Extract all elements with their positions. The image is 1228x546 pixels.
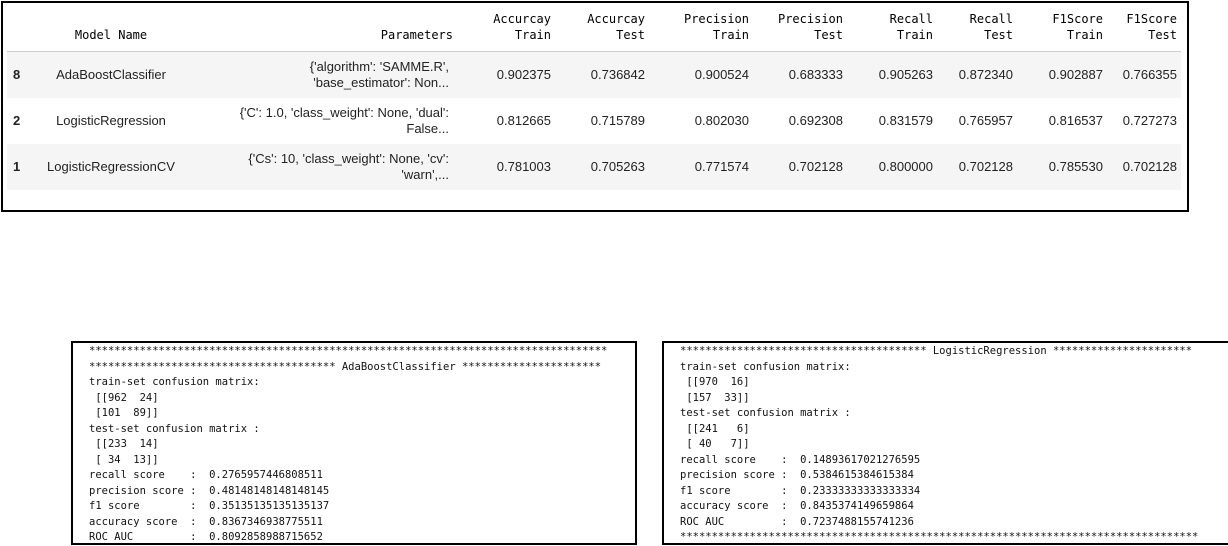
accuracy-test-cell: 0.715789 xyxy=(590,113,645,128)
header-parameters: Parameters xyxy=(191,11,457,52)
console-line: [[241 6] xyxy=(680,422,750,435)
logisticregression-console-output: *************************************** … xyxy=(662,341,1228,545)
model-name-cell: LogisticRegressionCV xyxy=(31,144,191,190)
console-text: ****************************************… xyxy=(73,343,635,543)
model-name-cell: AdaBoostClassifier xyxy=(31,51,191,98)
console-line: accuracy score : 0.8435374149659864 xyxy=(680,500,914,512)
console-line: f1 score : 0.23333333333333334 xyxy=(680,484,921,497)
console-line: accuracy score : 0.8367346938775511 xyxy=(89,515,323,528)
f1-test-cell: 0.727273 xyxy=(1122,113,1177,128)
parameters-cell: {'algorithm': 'SAMME.R','base_estimator'… xyxy=(191,51,457,98)
model-name-cell: LogisticRegression xyxy=(56,113,166,128)
precision-train-cell: 0.771574 xyxy=(649,144,753,190)
table-row: 8 AdaBoostClassifier {'algorithm': 'SAMM… xyxy=(7,51,1181,98)
recall-test-cell: 0.765957 xyxy=(958,113,1013,128)
parameters-cell: {'C': 1.0, 'class_weight': None, 'dual':… xyxy=(239,105,449,136)
console-line: [101 89]] xyxy=(89,407,159,419)
adaboost-console-output: ****************************************… xyxy=(71,341,637,545)
table-row: 1 LogisticRegressionCV {'Cs': 10, 'class… xyxy=(7,144,1181,190)
header-precision-test: Precision Test xyxy=(753,11,847,52)
precision-train-cell: 0.900524 xyxy=(649,51,753,98)
recall-train-cell: 0.800000 xyxy=(847,144,937,190)
recall-train-cell: 0.905263 xyxy=(847,51,937,98)
f1-test-cell: 0.766355 xyxy=(1107,51,1181,98)
console-line: [ 34 13]] xyxy=(89,453,159,466)
recall-train-cell: 0.831579 xyxy=(878,113,933,128)
recall-test-cell: 0.872340 xyxy=(937,51,1017,98)
console-line: recall score : 0.14893617021276595 xyxy=(680,453,921,466)
table-header-row: Model Name Parameters Accurcay Train Accu… xyxy=(7,11,1181,52)
console-line: *************************************** … xyxy=(680,345,1193,357)
row-index: 8 xyxy=(7,51,31,98)
console-line: recall score : 0.2765957446808511 xyxy=(89,469,323,481)
console-line: precision score : 0.48148148148148145 xyxy=(89,484,330,497)
f1-train-cell: 0.785530 xyxy=(1017,144,1107,190)
accuracy-test-cell: 0.705263 xyxy=(555,144,649,190)
f1-train-cell: 0.902887 xyxy=(1017,51,1107,98)
row-index: 1 xyxy=(7,144,31,190)
header-recall-train: Recall Train xyxy=(847,11,937,52)
accuracy-test-cell: 0.736842 xyxy=(555,51,649,98)
console-line: *************************************** … xyxy=(89,360,602,373)
results-table-container: Model Name Parameters Accurcay Train Accu… xyxy=(1,1,1189,212)
header-precision-train: Precision Train xyxy=(649,11,753,52)
console-line: f1 score : 0.35135135135135137 xyxy=(89,500,330,512)
console-line: precision score : 0.5384615384615384 xyxy=(680,469,914,481)
console-line: ****************************************… xyxy=(680,531,1199,543)
row-index: 2 xyxy=(13,113,21,128)
header-recall-test: Recall Test xyxy=(937,11,1017,52)
precision-test-cell: 0.702128 xyxy=(753,144,847,190)
precision-test-cell: 0.692308 xyxy=(788,113,843,128)
console-line: [[962 24] xyxy=(89,391,159,404)
console-line: ROC AUC : 0.7237488155741236 xyxy=(680,515,914,528)
accuracy-train-cell: 0.781003 xyxy=(457,144,555,190)
f1-train-cell: 0.816537 xyxy=(1048,113,1103,128)
console-line: test-set confusion matrix : xyxy=(680,407,851,419)
header-model-name: Model Name xyxy=(31,11,191,52)
console-line: [[970 16] xyxy=(680,376,750,388)
f1-test-cell: 0.702128 xyxy=(1107,144,1181,190)
console-line: [[233 14] xyxy=(89,438,159,450)
console-line: ROC AUC : 0.8092858988715652 xyxy=(89,531,323,543)
header-index xyxy=(7,11,31,52)
table-row: 2 LogisticRegression {'C': 1.0, 'class_w… xyxy=(7,98,1181,144)
console-line: ****************************************… xyxy=(89,345,608,357)
console-line: [157 33]] xyxy=(680,391,750,404)
accuracy-train-cell: 0.812665 xyxy=(496,113,551,128)
console-text: *************************************** … xyxy=(664,343,1228,543)
recall-test-cell: 0.702128 xyxy=(937,144,1017,190)
precision-train-cell: 0.802030 xyxy=(694,113,749,128)
results-table: Model Name Parameters Accurcay Train Accu… xyxy=(7,11,1181,190)
console-line: test-set confusion matrix : xyxy=(89,422,260,435)
accuracy-train-cell: 0.902375 xyxy=(457,51,555,98)
header-f1-train: F1Score Train xyxy=(1017,11,1107,52)
console-line: train-set confusion matrix: xyxy=(680,360,851,373)
precision-test-cell: 0.683333 xyxy=(753,51,847,98)
header-f1-test: F1Score Test xyxy=(1107,11,1181,52)
header-accuracy-test: Accurcay Test xyxy=(555,11,649,52)
console-line: train-set confusion matrix: xyxy=(89,376,260,388)
header-accuracy-train: Accurcay Train xyxy=(457,11,555,52)
parameters-cell: {'Cs': 10, 'class_weight': None, 'cv':'w… xyxy=(191,144,457,190)
console-line: [ 40 7]] xyxy=(680,438,750,450)
